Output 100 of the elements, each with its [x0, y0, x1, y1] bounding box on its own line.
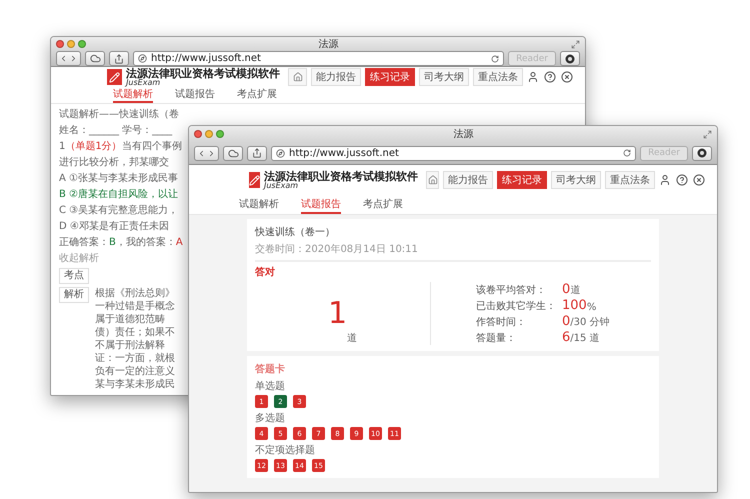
user-icon[interactable]	[659, 174, 671, 186]
nav-button[interactable]: 能力报告	[311, 68, 361, 86]
question-text: 进行比较分析，邦某哪交	[59, 156, 169, 169]
tab[interactable]: 试题解析	[239, 195, 279, 214]
chevron-right-icon	[69, 54, 78, 63]
share-icon	[114, 54, 124, 64]
unit-label: %	[586, 302, 596, 313]
chevron-left-icon	[59, 54, 68, 63]
unit-label: 道	[570, 284, 580, 297]
unit-label: 道	[347, 332, 358, 345]
explanation-text: 不属于刑法解释	[95, 339, 165, 352]
stat-label: 已击败其它学生：	[476, 300, 557, 313]
nav-button[interactable]: 重点法条	[473, 68, 523, 86]
fullscreen-icon[interactable]	[571, 40, 580, 48]
stat-label: 该卷平均答对：	[476, 284, 547, 297]
group-label: 不定项选择题	[255, 444, 316, 457]
share-button[interactable]	[109, 51, 129, 66]
tab[interactable]: 试题报告	[175, 87, 215, 103]
stat-value: 6	[562, 330, 570, 345]
user-icon[interactable]	[527, 71, 539, 83]
fullscreen-icon[interactable]	[703, 130, 712, 138]
cloud-button[interactable]	[223, 146, 243, 160]
brand-title: 法源法律职业资格考试模拟软件	[126, 68, 280, 78]
share-button[interactable]	[247, 146, 267, 160]
stat-value: 0	[562, 282, 570, 297]
back-forward-button[interactable]	[194, 146, 219, 160]
nav-button[interactable]: 能力报告	[443, 171, 493, 189]
section-title: 答对	[255, 266, 276, 279]
stat-label: 答题量：	[476, 332, 517, 345]
section-title: 答题卡	[255, 362, 286, 376]
help-icon[interactable]	[544, 71, 556, 83]
window-title: 法源	[454, 128, 474, 141]
stat-label: 作答时间：	[476, 316, 527, 329]
student-info: 姓名：______ 学号：____	[59, 124, 172, 137]
unit-label: /15 道	[570, 332, 600, 345]
reload-icon[interactable]	[491, 54, 500, 62]
ring-icon	[697, 148, 707, 158]
explanation-text: 一种过错是手概念	[95, 300, 175, 313]
chevron-left-icon	[197, 148, 206, 158]
answer-option: A ①张某与李某未形成民事	[59, 172, 178, 185]
nav-button[interactable]: 练习记录	[365, 68, 415, 86]
nav-button[interactable]: 司考大纲	[551, 171, 601, 189]
window-minimize-button[interactable]	[67, 40, 75, 48]
exam-title: 快速训练（卷一）	[255, 226, 336, 239]
compass-icon	[138, 54, 147, 63]
tab[interactable]: 考点扩展	[363, 195, 403, 214]
brand-subtitle: JusExam	[264, 182, 298, 190]
logo-icon	[249, 172, 260, 188]
answer-option: D ④邓某是有正责任未因	[59, 220, 169, 233]
compass-icon	[276, 148, 285, 158]
explanation-text: 某与李某未形成民	[95, 378, 175, 391]
ring-icon	[565, 54, 575, 64]
explanation-text: 根据《刑法总则》	[95, 287, 175, 300]
explanation-text: 证：一方面，就根	[95, 352, 175, 365]
analysis-heading: 试题解析——快速训练（卷	[59, 108, 179, 121]
window-close-button[interactable]	[56, 40, 64, 48]
house-icon	[428, 175, 438, 185]
explanation-text: 负有一定的注意义	[95, 365, 175, 378]
explanation-text: 属于道德犯范畴	[95, 313, 165, 326]
share-icon	[252, 148, 262, 158]
circle-button[interactable]	[692, 146, 712, 160]
cloud-icon	[228, 148, 238, 158]
collapse-link[interactable]: 收起解析	[59, 252, 99, 265]
window-zoom-button[interactable]	[216, 130, 224, 138]
window-close-button[interactable]	[194, 130, 202, 138]
explain-button[interactable]: 解析	[59, 287, 89, 303]
window-zoom-button[interactable]	[78, 40, 86, 48]
brand-title: 法源法律职业资格考试模拟软件	[264, 170, 418, 182]
nav-button[interactable]: 重点法条	[605, 171, 655, 189]
answer-option: C ③吴某有完整意思能力，	[59, 204, 178, 217]
circle-button[interactable]	[560, 51, 580, 66]
nav-button[interactable]: 司考大纲	[419, 68, 469, 86]
address-field[interactable]: http://www.jussoft.net	[133, 51, 504, 66]
address-field[interactable]: http://www.jussoft.net	[271, 146, 636, 160]
close-icon[interactable]	[693, 174, 705, 186]
tab[interactable]: 考点扩展	[237, 87, 277, 103]
question-text: 1（单题1分）当有四个事例	[59, 140, 182, 153]
group-label: 单选题	[255, 380, 286, 393]
stat-value: 100	[562, 298, 587, 313]
chevron-right-icon	[207, 148, 216, 158]
house-icon	[292, 72, 303, 82]
nav-button[interactable]: 练习记录	[497, 171, 547, 189]
help-icon[interactable]	[676, 174, 688, 186]
correct-count: 1	[328, 298, 348, 328]
unit-label: /30 分钟	[570, 316, 610, 329]
back-forward-button[interactable]	[56, 51, 81, 66]
answer-summary: 正确答案：B，我的答案：A	[59, 236, 183, 249]
reload-icon[interactable]	[623, 149, 632, 157]
point-button[interactable]: 考点	[59, 268, 89, 284]
explanation-text: 债）责任；如果不	[95, 326, 175, 339]
close-icon[interactable]	[561, 71, 573, 83]
answer-option: B ②唐某在自担风险，以让	[59, 188, 178, 201]
home-button[interactable]	[426, 171, 439, 189]
home-button[interactable]	[288, 68, 307, 86]
window-title: 法源	[318, 38, 338, 51]
cloud-icon	[90, 53, 100, 64]
submit-time: 交卷时间：2020年08月14日 10:11	[255, 242, 651, 262]
stat-value: 0	[562, 314, 570, 329]
cloud-button[interactable]	[85, 51, 105, 66]
brand-subtitle: JusExam	[126, 78, 160, 86]
